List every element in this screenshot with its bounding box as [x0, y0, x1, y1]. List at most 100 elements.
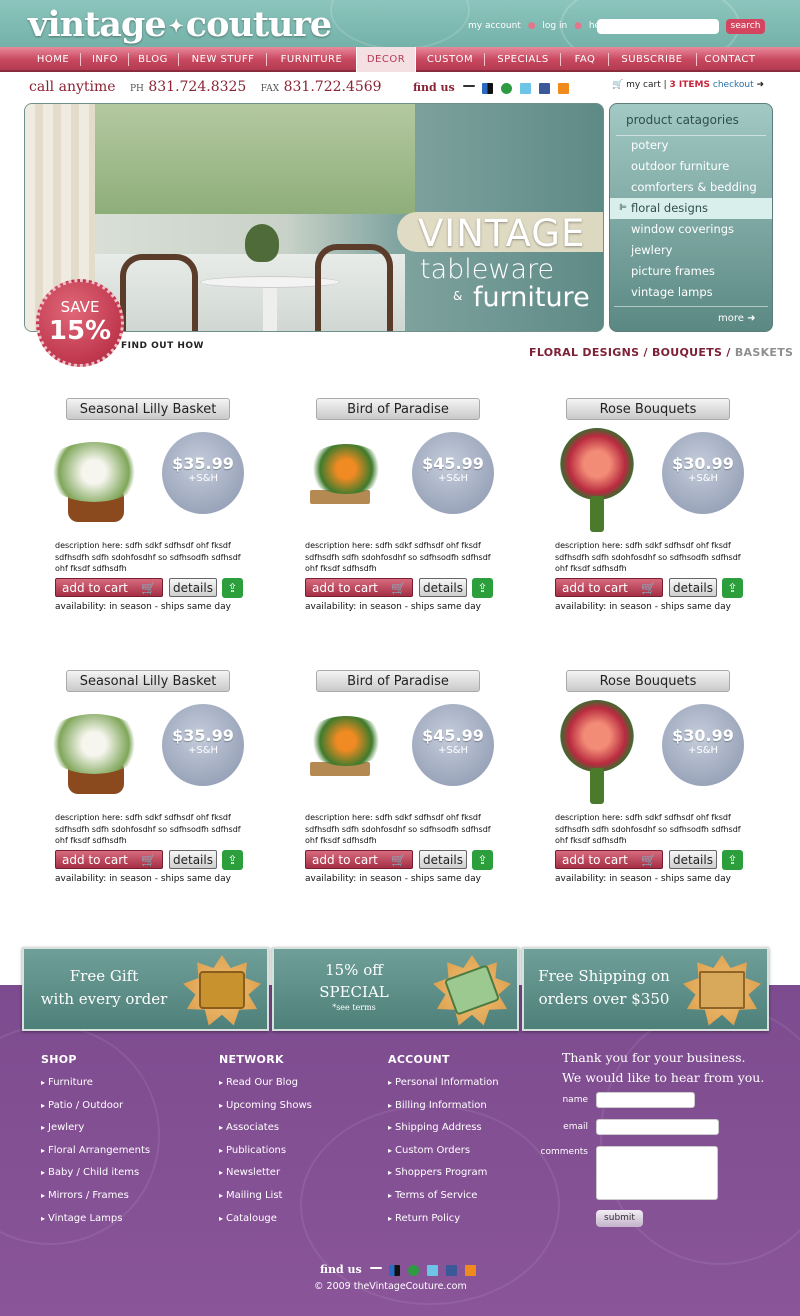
footer-link-account[interactable]: Shipping Address	[388, 1122, 482, 1133]
add-to-cart-button[interactable]: add to cart 🛒	[555, 850, 663, 869]
nav-info[interactable]: INFO	[84, 47, 126, 72]
footer-link-account[interactable]: Billing Information	[388, 1100, 487, 1111]
product-image[interactable]	[530, 424, 666, 534]
share-icon[interactable]: ⇪	[722, 850, 743, 870]
footer-link-network[interactable]: Read Our Blog	[219, 1077, 298, 1088]
cart-icon[interactable]: 🛒	[612, 80, 623, 90]
share-icon[interactable]: ⇪	[222, 850, 243, 870]
breadcrumb-baskets[interactable]: BASKETS	[735, 346, 793, 359]
login-link[interactable]: log in	[542, 21, 567, 31]
submit-button[interactable]: submit	[596, 1210, 643, 1227]
share-icon[interactable]: ⇪	[472, 850, 493, 870]
comments-field[interactable]	[596, 1146, 718, 1200]
name-field[interactable]	[596, 1092, 695, 1108]
rss-icon[interactable]	[464, 1264, 476, 1276]
footer-link-shop[interactable]: Jewlery	[41, 1122, 84, 1133]
add-to-cart-button[interactable]: add to cart 🛒	[305, 850, 413, 869]
category-item[interactable]: outdoor furniture	[610, 156, 772, 177]
footer-link-shop[interactable]: Floral Arrangements	[41, 1145, 150, 1156]
nav-custom[interactable]: CUSTOM	[419, 47, 481, 72]
category-item[interactable]: potery	[610, 135, 772, 156]
product-title[interactable]: Rose Bouquets	[566, 398, 730, 420]
product-image[interactable]	[530, 696, 666, 806]
product-image[interactable]	[30, 696, 166, 806]
details-button[interactable]: details	[169, 850, 217, 869]
delicious-icon[interactable]	[482, 82, 494, 94]
nav-contact[interactable]: CONTACT	[700, 47, 760, 72]
search-button[interactable]: search	[726, 19, 765, 34]
product-title[interactable]: Rose Bouquets	[566, 670, 730, 692]
footer-link-network[interactable]: Newsletter	[219, 1167, 280, 1178]
details-button[interactable]: details	[419, 850, 467, 869]
promo-special[interactable]: 15% off SPECIAL *see terms	[272, 947, 519, 1031]
twitter-icon[interactable]	[427, 1264, 439, 1276]
product-image[interactable]	[30, 424, 166, 534]
footer-link-network[interactable]: Upcoming Shows	[219, 1100, 312, 1111]
product-title[interactable]: Bird of Paradise	[316, 398, 480, 420]
footer-link-network[interactable]: Associates	[219, 1122, 279, 1133]
share-icon[interactable]: ⇪	[472, 578, 493, 598]
promo-free-shipping[interactable]: Free Shipping on orders over $350	[522, 947, 769, 1031]
footer-link-shop[interactable]: Furniture	[41, 1077, 93, 1088]
nav-blog[interactable]: BLOG	[132, 47, 174, 72]
category-item[interactable]: comforters & bedding	[610, 177, 772, 198]
rss-icon[interactable]	[557, 82, 569, 94]
footer-link-network[interactable]: Publications	[219, 1145, 286, 1156]
category-item[interactable]: window coverings	[610, 219, 772, 240]
share-icon[interactable]: ⇪	[222, 578, 243, 598]
add-to-cart-button[interactable]: add to cart 🛒	[305, 578, 413, 597]
footer-link-network[interactable]: Mailing List	[219, 1190, 282, 1201]
checkout-link[interactable]: checkout	[713, 80, 754, 90]
find-out-how-link[interactable]: FIND OUT HOW	[121, 341, 204, 351]
email-field[interactable]	[596, 1119, 719, 1135]
product-title[interactable]: Seasonal Lilly Basket	[66, 398, 230, 420]
my-cart-link[interactable]: my cart |	[626, 80, 667, 90]
product-title[interactable]: Bird of Paradise	[316, 670, 480, 692]
product-image[interactable]	[280, 696, 416, 806]
footer-link-account[interactable]: Personal Information	[388, 1077, 499, 1088]
add-to-cart-button[interactable]: add to cart 🛒	[555, 578, 663, 597]
details-button[interactable]: details	[669, 850, 717, 869]
twitter-icon[interactable]	[520, 82, 532, 94]
footer-link-shop[interactable]: Mirrors / Frames	[41, 1190, 129, 1201]
nav-furniture[interactable]: FURNITURE	[270, 47, 353, 72]
details-button[interactable]: details	[169, 578, 217, 597]
category-item[interactable]: picture frames	[610, 261, 772, 282]
footer-link-network[interactable]: Catalouge	[219, 1213, 277, 1224]
category-item-active[interactable]: ⊫ floral designs	[610, 198, 772, 219]
details-button[interactable]: details	[419, 578, 467, 597]
delicious-icon[interactable]	[369, 1267, 382, 1269]
site-logo[interactable]: vintage ✦couture	[28, 4, 332, 45]
delicious-icon[interactable]	[462, 85, 475, 87]
footer-link-account[interactable]: Terms of Service	[388, 1190, 477, 1201]
footer-link-account[interactable]: Shoppers Program	[388, 1167, 487, 1178]
nav-specials[interactable]: SPECIALS	[488, 47, 558, 72]
product-title[interactable]: Seasonal Lilly Basket	[66, 670, 230, 692]
add-to-cart-button[interactable]: add to cart 🛒	[55, 578, 163, 597]
footer-link-shop[interactable]: Baby / Child items	[41, 1167, 139, 1178]
share-icon[interactable]: ⇪	[722, 578, 743, 598]
footer-link-shop[interactable]: Vintage Lamps	[41, 1213, 122, 1224]
stumbleupon-icon[interactable]	[408, 1264, 420, 1276]
add-to-cart-button[interactable]: add to cart 🛒	[55, 850, 163, 869]
details-button[interactable]: details	[669, 578, 717, 597]
nav-home[interactable]: HOME	[28, 47, 78, 72]
product-image[interactable]	[280, 424, 416, 534]
footer-link-shop[interactable]: Patio / Outdoor	[41, 1100, 123, 1111]
nav-decor[interactable]: DECOR	[356, 47, 416, 72]
my-account-link[interactable]: my account	[468, 21, 521, 31]
footer-link-account[interactable]: Custom Orders	[388, 1145, 470, 1156]
delicious-icon[interactable]	[389, 1264, 401, 1276]
nav-faq[interactable]: FAQ	[564, 47, 606, 72]
category-item[interactable]: jewlery	[610, 240, 772, 261]
save-badge[interactable]: SAVE 15%	[36, 279, 124, 367]
nav-subscribe[interactable]: SUBSCRIBE	[612, 47, 692, 72]
stumbleupon-icon[interactable]	[501, 82, 513, 94]
breadcrumb-floral[interactable]: FLORAL DESIGNS	[529, 346, 639, 359]
breadcrumb-bouquets[interactable]: BOUQUETS	[652, 346, 722, 359]
category-item[interactable]: vintage lamps	[610, 282, 772, 303]
facebook-icon[interactable]	[445, 1264, 457, 1276]
search-input[interactable]	[597, 19, 719, 34]
footer-link-account[interactable]: Return Policy	[388, 1213, 460, 1224]
facebook-icon[interactable]	[538, 82, 550, 94]
